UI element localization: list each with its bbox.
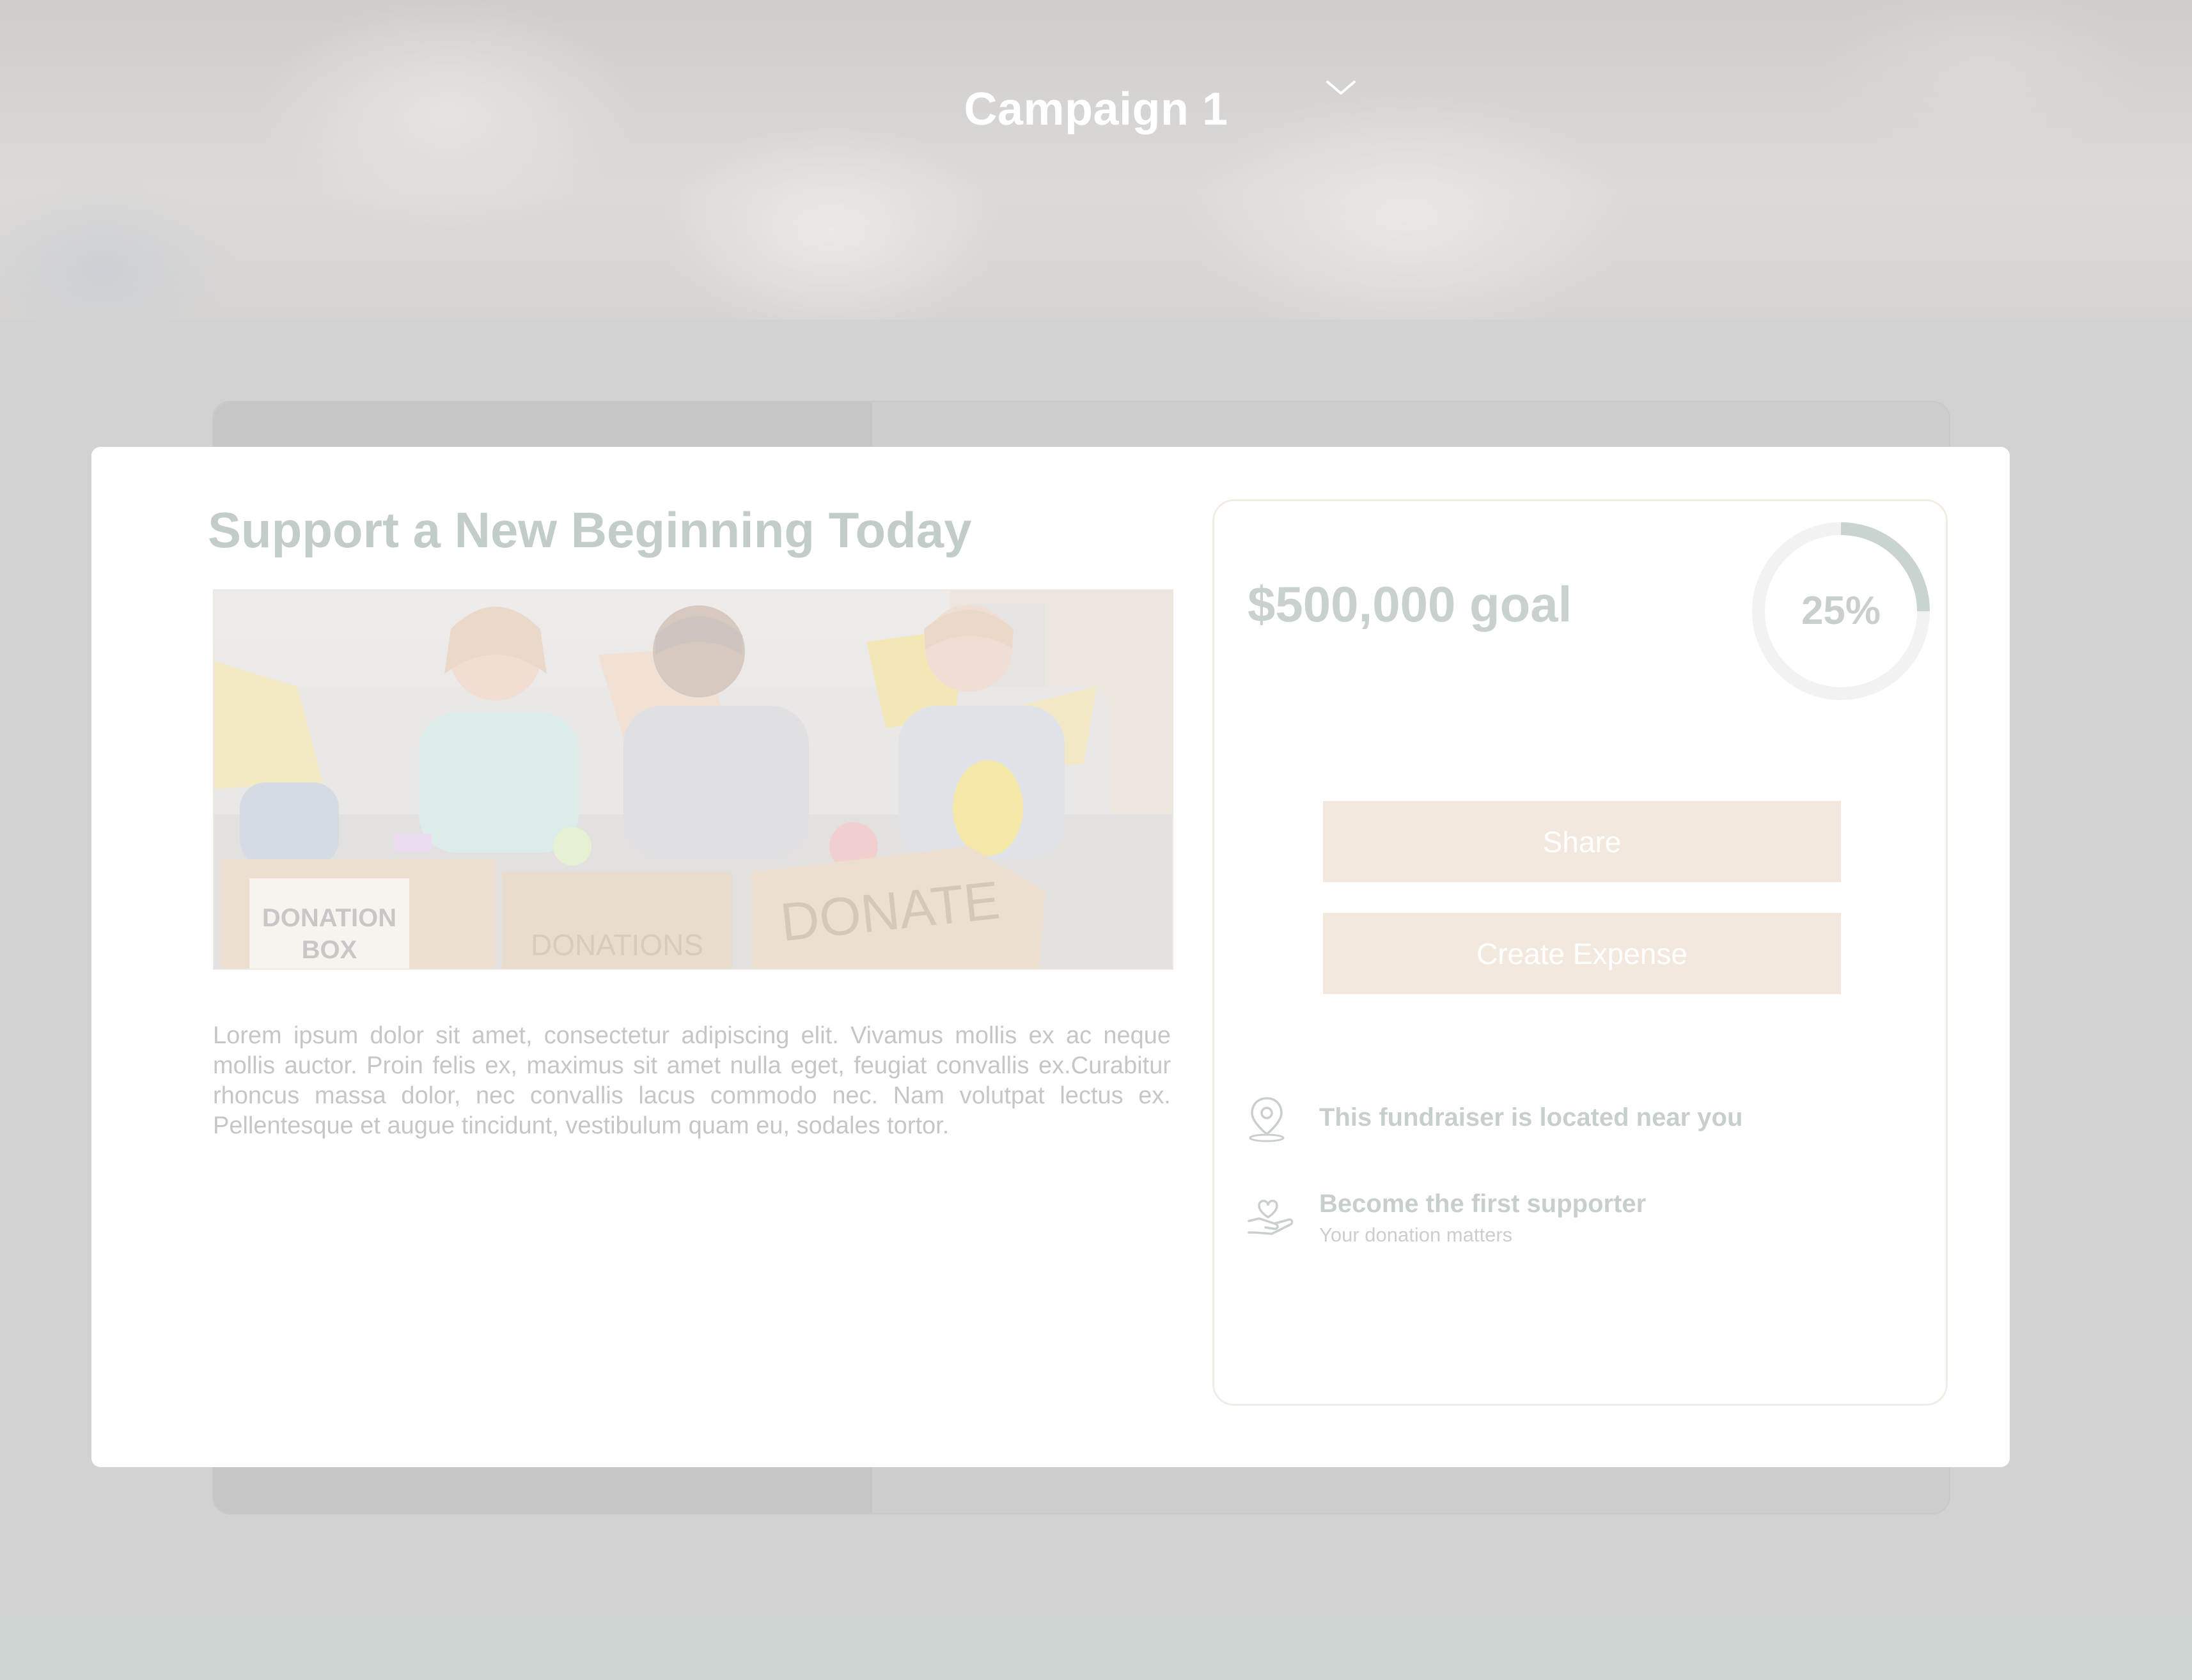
campaign-modal: Support a New Beginning Today DONATION B… (91, 447, 2010, 1467)
location-pin-icon (1249, 1097, 1285, 1142)
hero-banner: Campaign 1 (0, 0, 2192, 320)
goal-amount: $500,000 goal (1248, 576, 1572, 632)
share-button[interactable]: Share (1323, 801, 1841, 882)
campaign-description: Lorem ipsum dolor sit amet, consectetur … (213, 1022, 1171, 1139)
chevron-down-icon[interactable] (1325, 78, 1357, 97)
create-expense-button[interactable]: Create Expense (1323, 913, 1841, 994)
first-supporter-title: Become the first supporter (1319, 1190, 1647, 1218)
footer (0, 1617, 2192, 1680)
hand-heart-icon (1248, 1199, 1294, 1235)
progress-percent: 25% (1801, 589, 1881, 633)
campaign-heading: Support a New Beginning Today (208, 502, 972, 558)
box-label-donation-box-2: BOX (302, 936, 357, 964)
box-label-donations: DONATIONS (531, 928, 703, 961)
campaign-photo: DONATION BOX DONATIONS DONATE (213, 589, 1173, 970)
location-text: This fundraiser is located near you (1319, 1103, 1743, 1132)
first-supporter-subtitle: Your donation matters (1319, 1224, 1513, 1246)
campaign-title: Campaign 1 (964, 84, 1228, 135)
fundraiser-panel: $500,000 goal 25% Share Create Expense T… (1212, 499, 1948, 1406)
progress-ring: 25% (1751, 521, 1931, 701)
box-label-donation-box-1: DONATION (262, 904, 396, 932)
